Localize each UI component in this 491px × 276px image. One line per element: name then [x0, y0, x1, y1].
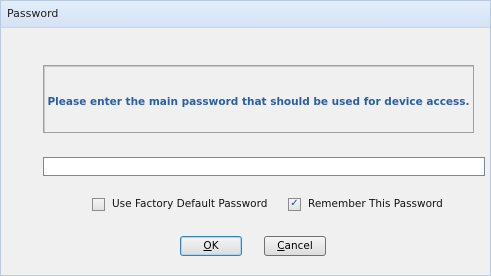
remember-password-checkbox[interactable]: ✓ Remember This Password — [288, 197, 443, 211]
cancel-label-rest: ancel — [284, 240, 313, 252]
message-panel: Please enter the main password that shou… — [43, 65, 474, 133]
checkbox-box[interactable] — [92, 197, 105, 211]
cancel-button[interactable]: Cancel — [264, 236, 326, 256]
ok-label-rest: K — [211, 240, 219, 252]
instruction-message: Please enter the main password that shou… — [47, 96, 470, 108]
checkmark-icon: ✓ — [290, 198, 299, 209]
title-bar[interactable]: Password — [1, 1, 490, 28]
ok-mnemonic: O — [203, 240, 212, 252]
checkbox-label: Remember This Password — [308, 198, 443, 210]
checkbox-box[interactable]: ✓ — [288, 197, 301, 211]
ok-button[interactable]: OK — [180, 236, 242, 256]
password-input[interactable] — [43, 157, 485, 176]
window-title: Password — [7, 7, 59, 20]
checkbox-label: Use Factory Default Password — [112, 198, 268, 210]
cancel-mnemonic: C — [277, 240, 285, 252]
password-dialog: Password Please enter the main password … — [0, 0, 491, 276]
use-factory-default-checkbox[interactable]: Use Factory Default Password — [92, 197, 267, 211]
dialog-content: Please enter the main password that shou… — [9, 28, 485, 267]
